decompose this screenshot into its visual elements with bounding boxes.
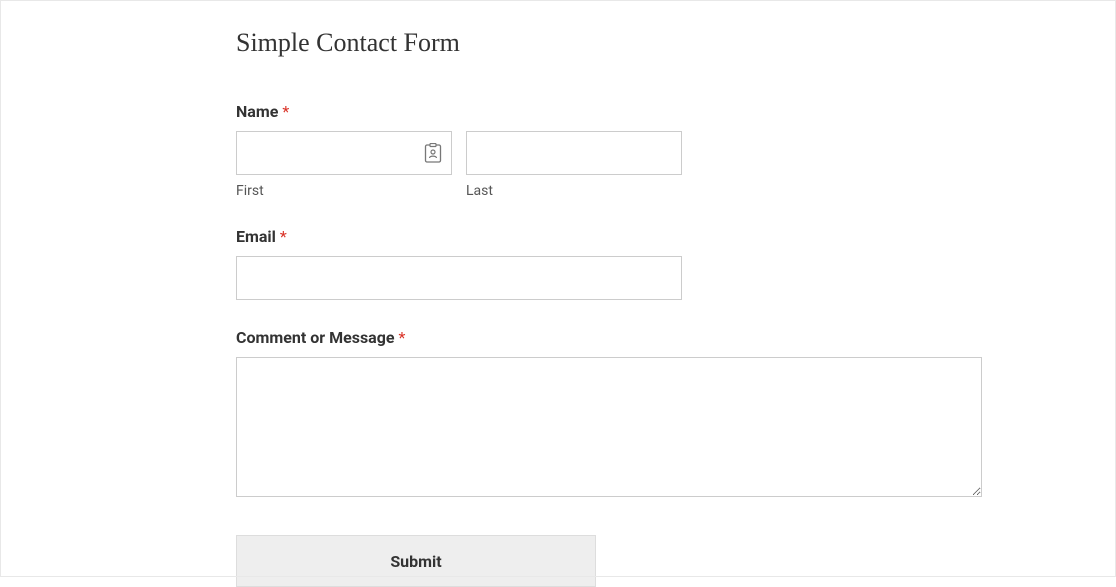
- first-name-input[interactable]: [236, 131, 452, 175]
- first-name-wrapper: [236, 131, 452, 175]
- page-border: [0, 0, 1116, 577]
